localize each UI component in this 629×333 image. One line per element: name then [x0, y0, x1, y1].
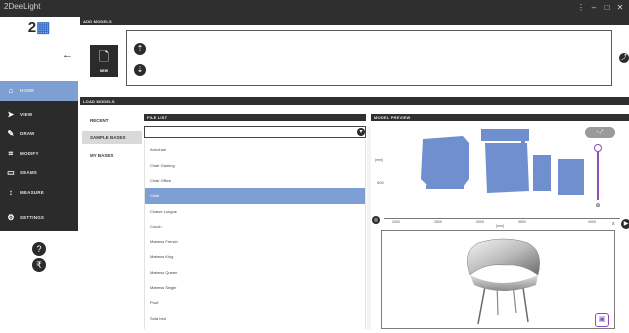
list-item[interactable]: Pouf [145, 295, 365, 311]
model-preview-header: MODEL PREVIEW [371, 114, 629, 121]
file-list-title: FILE LIST [147, 115, 168, 120]
add-models-header: ADD MODELS [80, 17, 629, 25]
sidebar-item-label: DRAW [20, 131, 35, 136]
logo-text: 2 [27, 19, 37, 36]
zoom-reset-icon[interactable]: ⊕ [595, 203, 601, 209]
sidebar-item-modify[interactable]: ⌗ MODIFY [0, 144, 78, 164]
sidebar-item-label: SETTINGS [20, 215, 45, 220]
sidebar-item-label: MEASURE [20, 190, 44, 195]
chevron-down-icon[interactable]: ▾ [357, 128, 365, 136]
tab-recent[interactable]: RECENT [82, 114, 142, 127]
uv-piece-side-1 [533, 155, 551, 191]
maximize-button[interactable]: □ [601, 2, 613, 14]
cursor-icon: ➤ [7, 110, 15, 119]
x-axis-end-label: x [612, 221, 615, 227]
download-icon[interactable]: ⇣ [134, 64, 146, 76]
next-icon[interactable]: ▶ [621, 219, 629, 229]
share-icon[interactable]: ⤴ [619, 53, 629, 63]
sidebar-item-label: VIEW [20, 112, 33, 117]
uv-piece-strip [521, 140, 525, 154]
sidebar-item-label: SEAMS [20, 170, 38, 175]
logo-mark: ▦ [36, 19, 51, 36]
list-item[interactable]: Chaise Longue [145, 204, 365, 220]
new-label: NEW [99, 69, 109, 73]
sidebar-item-view[interactable]: ➤ VIEW [0, 105, 78, 125]
add-models-title: ADD MODELS [83, 19, 112, 24]
list-item[interactable]: Sofa bed [145, 311, 365, 327]
sidebar-item-draw[interactable]: ✎ DRAW [0, 124, 78, 144]
model-3d-view[interactable] [381, 230, 615, 329]
zoom-slider-knob[interactable] [594, 144, 602, 152]
sidebar-item-measure[interactable]: ↕ MEASURE [0, 183, 78, 203]
view-tools-pill[interactable]: ‹ ⤢ [585, 127, 615, 138]
uv-piece-seat-rim [426, 185, 464, 189]
list-item[interactable]: Matress Queen [145, 265, 365, 281]
home-icon: ⌂ [8, 86, 14, 95]
seams-icon: ▭ [7, 168, 15, 177]
app-title: 2DeeLight [4, 2, 41, 11]
file-list: Armchair Chair Gaming Chair Office Chair… [144, 140, 366, 329]
x-tick-label: 3000 [476, 220, 484, 224]
list-item[interactable]: Matress King [145, 249, 365, 265]
title-bar: 2DeeLight ⋮ – □ ✕ [0, 0, 629, 17]
app-logo: 2▦ [24, 19, 54, 37]
minimize-button[interactable]: – [588, 2, 600, 14]
x-tick-label: 3500 [518, 220, 526, 224]
list-item[interactable]: Couch [145, 219, 365, 235]
tab-my-bases[interactable]: MY BASES [82, 149, 142, 162]
chair-render [467, 238, 540, 325]
x-axis-tag: [mm] [496, 224, 504, 228]
cube-view-icon[interactable]: ▣ [595, 313, 609, 327]
x-tick-label: 2500 [434, 220, 442, 224]
currency-button[interactable]: ₹ [32, 258, 46, 272]
new-document-icon: 🗋 [98, 49, 110, 64]
measure-icon: ↕ [8, 188, 14, 197]
list-item[interactable]: Matress French [145, 234, 365, 250]
help-button[interactable]: ? [32, 242, 46, 256]
back-arrow-icon[interactable]: ← [62, 49, 73, 61]
sidebar-nav: ⌂ HOME ➤ VIEW ✎ DRAW ⌗ MODIFY ▭ SEAMS ↕ … [0, 81, 78, 231]
list-item-selected[interactable]: Chair [145, 188, 365, 204]
settings-icon: ⚙ [7, 213, 15, 222]
list-item[interactable]: Matress Single [145, 280, 365, 296]
uv-y-tick: 500 [377, 180, 384, 185]
zoom-slider-track[interactable] [597, 148, 599, 200]
transform-icon: ⌗ [8, 149, 14, 158]
x-tick-label: 4000 [588, 220, 596, 224]
load-models-title: LOAD MODELS [83, 99, 115, 104]
sidebar-item-label: HOME [20, 88, 35, 93]
load-models-header: LOAD MODELS [80, 97, 629, 105]
uv-piece-side-2 [558, 159, 584, 195]
list-item[interactable]: Chair Gaming [145, 158, 365, 174]
sidebar-item-settings[interactable]: ⚙ SETTINGS [0, 208, 78, 228]
chair-seat [470, 275, 538, 291]
sidebar-item-label: MODIFY [20, 151, 39, 156]
new-model-button[interactable]: 🗋 NEW [90, 45, 118, 77]
close-button[interactable]: ✕ [614, 2, 626, 14]
add-models-panel [126, 30, 612, 86]
x-tick-label: 2000 [392, 220, 400, 224]
uv-piece-top [481, 129, 529, 141]
uv-piece-back [421, 136, 469, 187]
sidebar-item-home[interactable]: ⌂ HOME [0, 81, 78, 101]
sidebar-item-seams[interactable]: ▭ SEAMS [0, 163, 78, 183]
window-menu-button[interactable]: ⋮ [575, 2, 587, 14]
model-preview-title: MODEL PREVIEW [374, 115, 411, 120]
list-item[interactable]: Chair Office [145, 173, 365, 189]
upload-icon[interactable]: ⇡ [134, 43, 146, 55]
file-filter-input[interactable] [144, 126, 366, 138]
uv-x-axis: 2000 2500 3000 3500 4000 [mm] x [384, 218, 620, 228]
target-icon[interactable]: ◎ [372, 216, 380, 224]
file-list-header: FILE LIST [144, 114, 366, 121]
uv-y-axis-tag: [mm] [375, 158, 383, 162]
chair-shell [467, 238, 540, 276]
pencil-icon: ✎ [7, 129, 15, 138]
tab-sample-bases[interactable]: SAMPLE BASES [82, 131, 142, 144]
list-item[interactable]: Armchair [145, 142, 365, 158]
